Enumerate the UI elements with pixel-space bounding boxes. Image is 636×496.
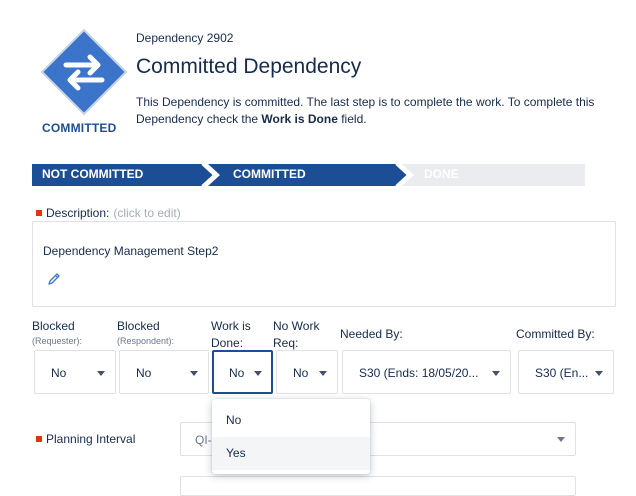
needed-by-label: Needed By:	[340, 327, 403, 341]
step-label-done: DONE	[424, 167, 459, 181]
blocked-requester-select[interactable]: No	[34, 350, 116, 394]
status-caption: COMMITTED	[42, 121, 117, 135]
no-work-req-select[interactable]: No	[276, 350, 338, 394]
blocked-requester-label: Blocked (Requester):	[32, 319, 83, 346]
step-label-committed: COMMITTED	[233, 167, 306, 181]
chevron-down-icon	[492, 371, 500, 376]
no-work-req-label: No Work Req:	[273, 319, 320, 350]
blocked-respondent-select[interactable]: No	[119, 350, 209, 394]
dependency-id: Dependency 2902	[136, 31, 234, 45]
required-marker	[36, 435, 42, 442]
work-is-done-options-menu: No Yes	[212, 399, 370, 474]
description-field[interactable]: Dependency Management Step2	[32, 221, 616, 307]
page-title: Committed Dependency	[136, 55, 362, 78]
status-description: This Dependency is committed. The last s…	[136, 95, 595, 126]
needed-by-select[interactable]: S30 (Ends: 18/05/20...	[342, 350, 511, 394]
chevron-down-icon	[595, 371, 603, 376]
chevron-down-icon	[254, 371, 262, 376]
work-is-done-label: Work is Done:	[211, 319, 251, 350]
chevron-down-icon	[319, 371, 327, 376]
option-yes[interactable]: Yes	[212, 437, 370, 470]
work-is-done-select[interactable]: No	[212, 350, 273, 394]
dependency-logo-icon	[40, 28, 128, 116]
committed-by-select[interactable]: S30 (En...	[518, 350, 614, 394]
option-no[interactable]: No	[212, 404, 370, 437]
blocked-respondent-label: Blocked (Respondent):	[117, 319, 175, 346]
description-label: Description: (click to edit)	[36, 206, 181, 220]
planning-interval-label: Planning Interval	[36, 432, 135, 446]
click-to-edit-hint: (click to edit)	[113, 206, 181, 220]
chevron-down-icon	[557, 437, 565, 442]
required-marker	[36, 209, 42, 216]
pencil-icon[interactable]	[47, 272, 61, 286]
committed-by-label: Committed By:	[516, 327, 595, 341]
work-is-done-emphasis: Work is Done	[261, 112, 338, 126]
chevron-down-icon	[97, 371, 105, 376]
chevron-down-icon	[190, 371, 198, 376]
step-label-not-committed: NOT COMMITTED	[42, 167, 144, 181]
description-text: Dependency Management Step2	[43, 244, 219, 258]
next-field-box[interactable]	[180, 476, 576, 496]
